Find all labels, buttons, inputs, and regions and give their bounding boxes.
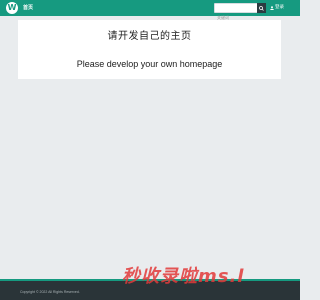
page-subtitle: Please develop your own homepage xyxy=(76,59,223,69)
copyright-text: Copyright © 2022 All Rights Reserved. xyxy=(20,290,80,294)
nav-home-link[interactable]: 首页 xyxy=(23,2,33,14)
login-label: 登录 xyxy=(275,5,284,10)
search-button[interactable] xyxy=(257,3,266,13)
top-navbar: W 首页 登录 xyxy=(0,0,300,22)
watermark-text: 秒收录啦ms.l xyxy=(122,266,245,287)
search-icon xyxy=(259,5,264,11)
user-icon xyxy=(270,6,274,10)
page-title: 请开发自己的主页 xyxy=(107,31,192,42)
site-logo[interactable]: W xyxy=(6,2,18,14)
main-card: 请开发自己的主页 Please develop your own homepag… xyxy=(18,20,281,79)
logo-letter: W xyxy=(7,3,17,12)
login-link[interactable]: 登录 xyxy=(270,2,284,14)
